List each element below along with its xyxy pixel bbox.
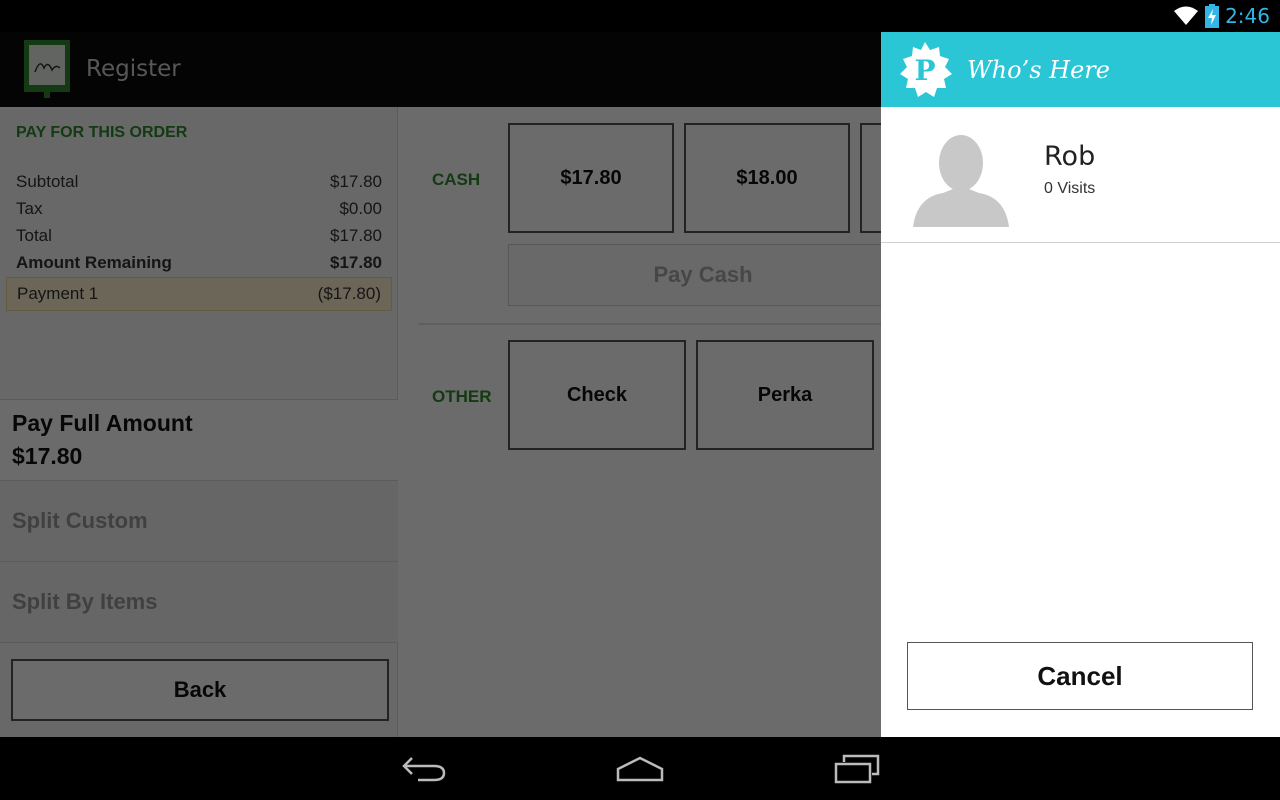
payment-value: ($17.80) <box>317 284 381 303</box>
amount-remaining-row: Amount Remaining $17.80 <box>16 253 382 273</box>
amount-remaining-value: $17.80 <box>330 253 382 272</box>
recent-apps-icon <box>834 754 880 784</box>
register-logo-icon <box>24 40 70 98</box>
section-title: PAY FOR THIS ORDER <box>16 124 188 141</box>
customer-row[interactable]: Rob 0 Visits <box>881 107 1280 243</box>
cash-amount-button[interactable]: $18.00 <box>684 123 850 233</box>
customer-visits: 0 Visits <box>1044 180 1096 197</box>
pay-full-amount-option[interactable]: Pay Full Amount $17.80 <box>0 399 398 481</box>
pay-cash-button[interactable]: Pay Cash <box>508 244 898 306</box>
back-button[interactable]: Back <box>11 659 389 721</box>
check-button[interactable]: Check <box>508 340 686 450</box>
home-icon <box>616 756 664 782</box>
other-section-label: OTHER <box>432 387 492 406</box>
perka-logo-letter: P <box>914 54 935 87</box>
status-bar: 2:46 <box>0 0 1280 32</box>
subtotal-value: $17.80 <box>330 172 382 191</box>
recent-apps-nav-button[interactable] <box>817 747 897 791</box>
total-label: Total <box>16 226 52 245</box>
split-custom-option[interactable]: Split Custom <box>0 481 398 562</box>
home-nav-button[interactable] <box>600 747 680 791</box>
total-value: $17.80 <box>330 226 382 245</box>
perka-logo-icon: P <box>900 42 952 97</box>
perka-button[interactable]: Perka <box>696 340 874 450</box>
split-by-items-option[interactable]: Split By Items <box>0 562 398 643</box>
action-bar: Register <box>0 32 881 107</box>
pay-full-amount-label: Pay Full Amount <box>12 410 193 436</box>
divider <box>418 323 888 325</box>
customer-name: Rob <box>1044 141 1096 172</box>
total-row: Total $17.80 <box>16 226 382 246</box>
pay-full-amount-value: $17.80 <box>12 443 83 469</box>
payment-label: Payment 1 <box>17 284 99 303</box>
order-summary-panel: PAY FOR THIS ORDER Subtotal $17.80 Tax $… <box>0 107 398 737</box>
payment-screen: PAY FOR THIS ORDER Subtotal $17.80 Tax $… <box>0 107 1026 737</box>
battery-charging-icon <box>1205 4 1220 28</box>
amount-remaining-label: Amount Remaining <box>16 253 172 272</box>
cash-amount-button[interactable]: $17.80 <box>508 123 674 233</box>
cancel-button[interactable]: Cancel <box>907 642 1253 710</box>
whos-here-title: Who’s Here <box>967 56 1110 84</box>
whos-here-header: P Who’s Here <box>881 32 1280 107</box>
back-nav-button[interactable] <box>384 747 464 791</box>
tax-value: $0.00 <box>339 199 382 218</box>
subtotal-label: Subtotal <box>16 172 79 191</box>
payment-row[interactable]: Payment 1 ($17.80) <box>6 277 392 311</box>
whos-here-panel: P Who’s Here Rob 0 Visits Cancel <box>881 32 1280 737</box>
app-title: Register <box>86 56 181 82</box>
tax-row: Tax $0.00 <box>16 199 382 219</box>
payment-methods-area: CASH $17.80 $18.00 Pay Cash OTHER Check … <box>398 107 1026 737</box>
wifi-icon <box>1174 6 1199 25</box>
navigation-bar <box>0 737 1280 800</box>
avatar-icon <box>913 135 1009 227</box>
subtotal-row: Subtotal $17.80 <box>16 172 382 192</box>
cash-section-label: CASH <box>432 170 481 189</box>
back-icon <box>402 757 446 782</box>
tax-label: Tax <box>16 199 43 218</box>
clock: 2:46 <box>1225 4 1270 28</box>
